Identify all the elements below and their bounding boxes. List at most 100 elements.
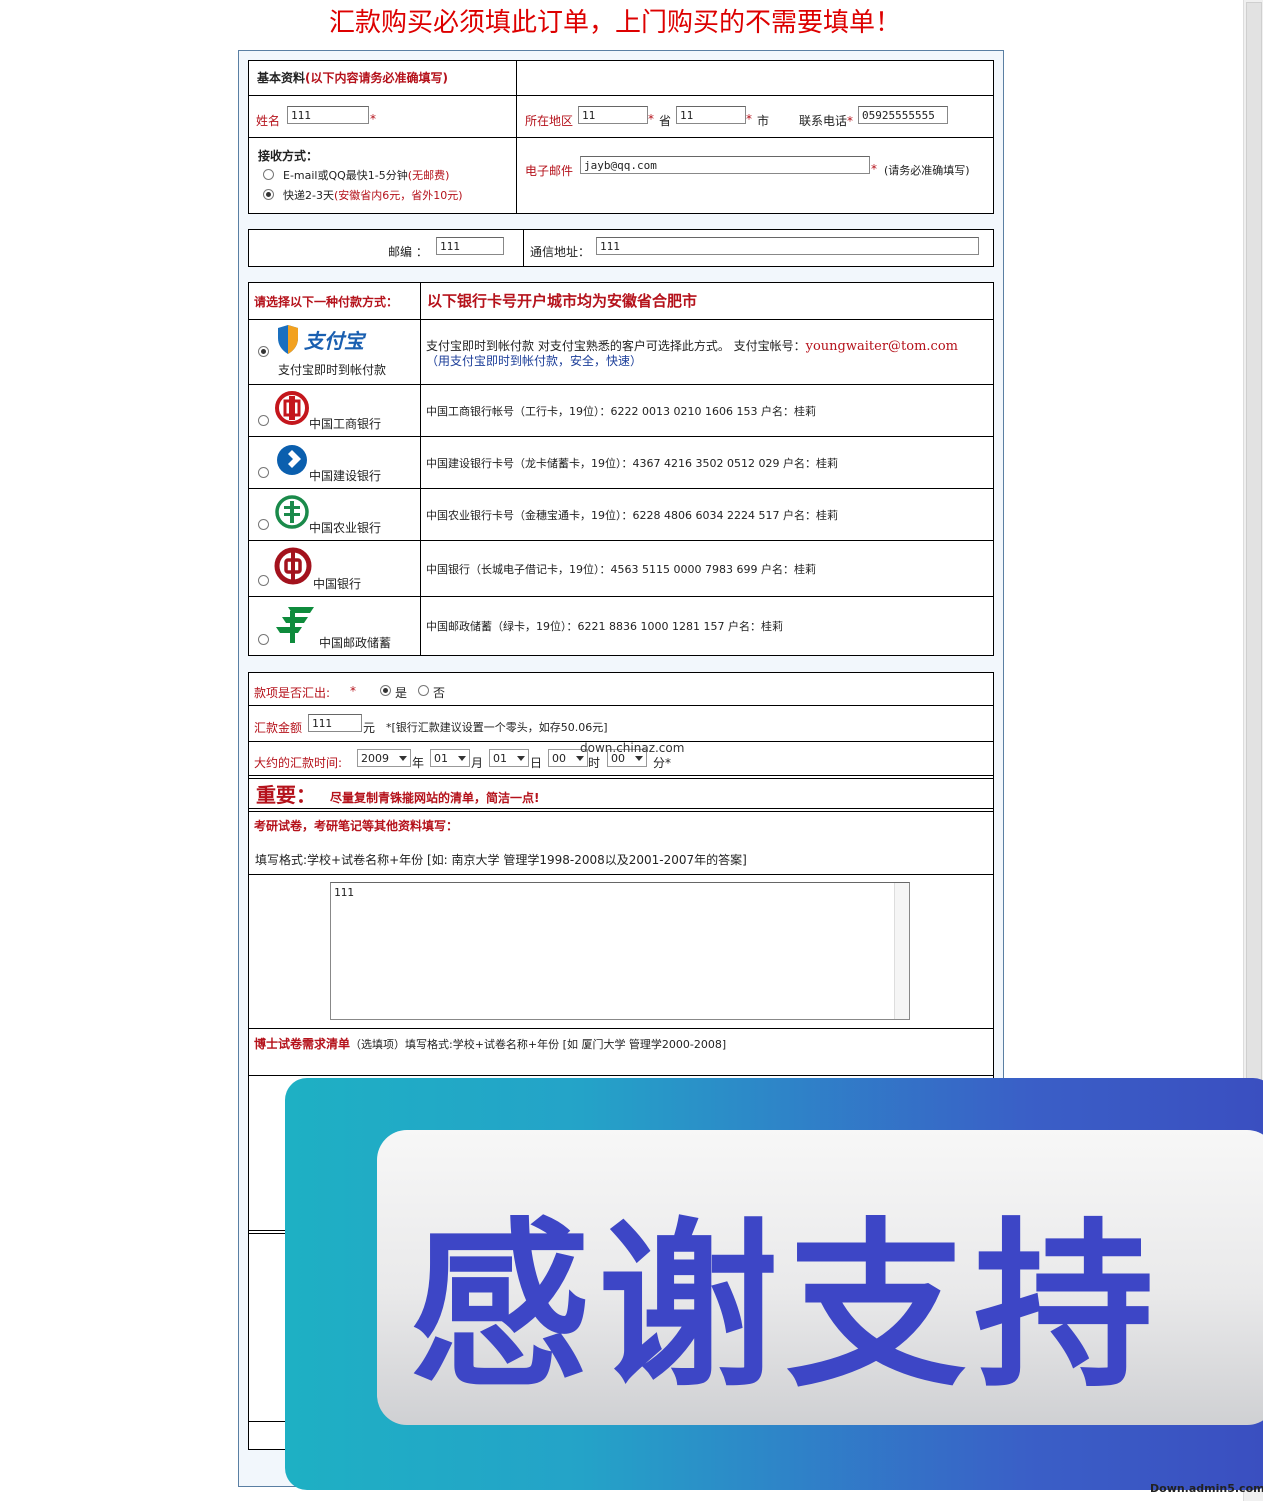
chevron-down-icon [458, 756, 466, 761]
abc-account: 中国农业银行卡号（金穗宝通卡，19位）：6228 4806 6034 2224 … [426, 509, 838, 522]
phone-label-text: 联系电话 [799, 114, 848, 128]
alipay-sub-note: （用支付宝即时到帐付款，安全，快速） [426, 354, 643, 368]
abc-label: 中国农业银行 [309, 521, 382, 535]
basic-info-heading: 基本资料(以下内容请务必准确填写) [257, 69, 448, 86]
exam-format: 填写格式:学校+试卷名称+年份 [如: 南京大学 管理学1998-2008以及2… [255, 853, 747, 867]
province-star: * [648, 112, 654, 126]
phd-note: （选填项）填写格式:学校+试卷名称+年份 [如 厦门大学 管理学2000-200… [350, 1038, 727, 1051]
address-input[interactable]: 111 [596, 237, 979, 255]
boc-radio[interactable] [258, 575, 269, 586]
month-unit: 月 [471, 756, 484, 770]
province-input[interactable]: 11 [578, 106, 648, 124]
chevron-down-icon [517, 756, 525, 761]
receive-email-option: E-mail或QQ最快1-5分钟(无邮费) [283, 167, 449, 183]
psbc-logo-icon [274, 603, 318, 648]
ccb-logo-icon [274, 442, 310, 481]
exam-heading: 考研试卷，考研笔记等其他资料填写： [254, 819, 459, 833]
phone-star: * [847, 114, 854, 128]
email-input[interactable]: jayb@qq.com [580, 156, 870, 174]
boc-label: 中国银行 [313, 577, 362, 591]
receive-email-radio[interactable] [263, 169, 274, 180]
scrollbar-thumb[interactable] [1246, 2, 1262, 1084]
remit-no-label: 否 [433, 686, 446, 700]
email-label: 电子邮件 [525, 164, 574, 178]
phd-section-title: 博士试卷需求清单（选填项）填写格式:学校+试卷名称+年份 [如 厦门大学 管理学… [254, 1035, 726, 1052]
remit-time-label: 大约的汇款时间: [254, 756, 343, 770]
receive-email-text: E-mail或QQ最快1-5分钟 [283, 169, 408, 182]
alipay-account: youngwaiter@tom.com [805, 339, 958, 354]
important-note: 尽量复制青铢㨢网站的清单，简洁一点! [330, 791, 540, 805]
chevron-down-icon [399, 756, 407, 761]
alipay-logo-text: 支付宝 [304, 329, 364, 353]
phone-input[interactable]: 05925555555 [858, 106, 948, 124]
boc-logo-icon [274, 547, 312, 588]
abc-radio[interactable] [258, 519, 269, 530]
textarea-scrollbar[interactable] [894, 883, 909, 1019]
receive-express-option: 快递2-3天(安徽省内6元，省外10元) [283, 187, 463, 203]
alipay-desc-text: 支付宝即时到帐付款 对支付宝熟悉的客户可选择此方式。 支付宝帐号： [426, 339, 806, 353]
exam-textarea[interactable]: 111 [330, 882, 910, 1020]
hour-unit: 时 [588, 756, 601, 770]
icbc-radio[interactable] [258, 415, 269, 426]
address-label: 通信地址： [530, 245, 591, 259]
chevron-down-icon [576, 756, 584, 761]
day-select[interactable]: 01 [489, 749, 529, 767]
zip-label: 邮编 ： [388, 245, 428, 259]
receive-express-radio[interactable] [263, 189, 274, 200]
receive-method-label: 接收方式： [258, 149, 319, 163]
name-required-star: * [370, 112, 376, 126]
email-star: * [871, 162, 877, 176]
basic-info-note: (以下内容请务必准确填写) [305, 71, 448, 85]
receive-express-text: 快递2-3天 [283, 189, 334, 202]
psbc-radio[interactable] [258, 634, 269, 645]
email-note: (请务必准确填写) [884, 164, 970, 177]
remit-yes-radio[interactable] [380, 685, 391, 696]
name-input[interactable]: 111 [287, 106, 369, 124]
payment-choose-label: 请选择以下一种付款方式： [254, 295, 399, 309]
hour-value: 00 [552, 752, 566, 765]
remit-sent-label: 款项是否汇出: [254, 686, 331, 700]
receive-express-note: (安徽省内6元，省外10元) [333, 189, 463, 202]
month-value: 01 [434, 752, 448, 765]
city-input[interactable]: 11 [676, 106, 746, 124]
basic-info-title: 基本资料 [257, 71, 306, 85]
ccb-radio[interactable] [258, 467, 269, 478]
icbc-label: 中国工商银行 [309, 417, 382, 431]
icbc-logo-icon [274, 390, 310, 429]
thank-you-banner-text: 感谢支持 [410, 1203, 1163, 1412]
year-value: 2009 [361, 752, 389, 765]
city-star: * [746, 112, 752, 126]
month-select[interactable]: 01 [430, 749, 470, 767]
remit-no-radio[interactable] [418, 685, 429, 696]
ccb-account: 中国建设银行卡号（龙卡储蓄卡，19位）：4367 4216 3502 0512 … [426, 457, 838, 470]
amount-label: 汇款金额 [254, 721, 303, 735]
year-select[interactable]: 2009 [357, 749, 411, 767]
site-watermark: down.chinaz.com [580, 741, 685, 755]
alipay-radio[interactable] [258, 346, 269, 357]
psbc-label: 中国邮政储蓄 [319, 636, 392, 650]
boc-account: 中国银行（长城电子借记卡，19位）：4563 5115 0000 7983 69… [426, 563, 816, 576]
remit-yes-label: 是 [395, 686, 408, 700]
phd-heading: 博士试卷需求清单 [254, 1037, 351, 1051]
day-unit: 日 [530, 756, 543, 770]
remit-sent-star: * [350, 684, 356, 698]
abc-logo-icon [274, 494, 310, 533]
province-unit: 省 [659, 114, 672, 128]
important-title: 重要： [256, 783, 316, 807]
amount-unit: 元 [363, 721, 376, 735]
chevron-down-icon [635, 756, 643, 761]
exam-textarea-value: 111 [334, 886, 354, 899]
minute-unit: 分* [653, 756, 672, 770]
zip-input[interactable]: 111 [436, 237, 504, 255]
amount-note: *[银行汇款建议设置一个零头，如存50.06元] [386, 721, 608, 734]
phone-label: 联系电话* [799, 112, 853, 129]
icbc-account: 中国工商银行帐号（工行卡，19位）：6222 0013 0210 1606 15… [426, 405, 816, 418]
corner-watermark: Down.admin5.com [1150, 1482, 1263, 1495]
alipay-logo: 支付宝 [274, 324, 378, 359]
receive-email-note: (无邮费) [407, 169, 450, 182]
payment-city-note: 以下银行卡号开户城市均为安徽省合肥市 [427, 292, 698, 310]
amount-input[interactable]: 111 [308, 714, 362, 732]
psbc-account: 中国邮政储蓄（绿卡，19位）：6221 8836 1000 1281 157 户… [426, 620, 783, 633]
name-label: 姓名 [256, 114, 281, 128]
region-label: 所在地区 [525, 114, 574, 128]
